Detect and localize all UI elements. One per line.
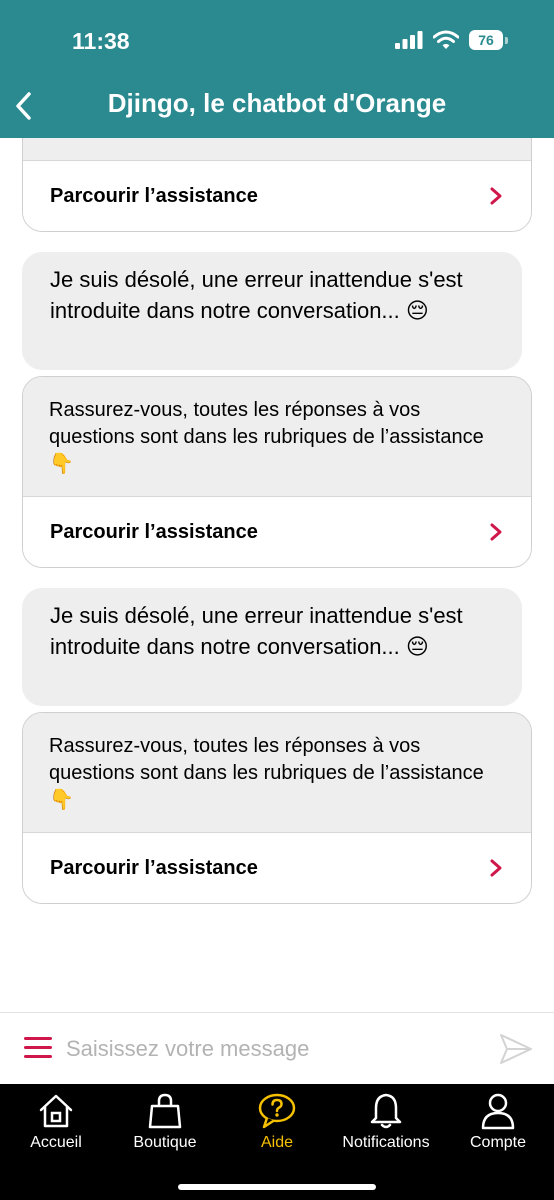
tab-label: Compte: [469, 1134, 527, 1151]
bell-icon: [370, 1093, 402, 1129]
tab-accueil[interactable]: Accueil: [1, 1084, 111, 1152]
send-button[interactable]: [498, 1031, 534, 1067]
bot-error-message: Je suis désolé, une erreur inattendue s'…: [22, 252, 522, 370]
app-header: 11:38 76 Djingo, le chatbot d'Orange: [0, 0, 554, 138]
home-icon: [39, 1094, 73, 1128]
battery-level: 76: [469, 30, 503, 50]
browse-assistance-label: Parcourir l’assistance: [50, 184, 258, 207]
chevron-right-icon: [490, 523, 502, 541]
home-indicator: [178, 1184, 376, 1190]
tab-compte[interactable]: Compte: [443, 1084, 553, 1152]
message-composer: [0, 1012, 554, 1084]
browse-assistance-label: Parcourir l’assistance: [50, 856, 258, 879]
browse-assistance-button[interactable]: Parcourir l’assistance: [23, 833, 531, 903]
tab-boutique[interactable]: Boutique: [110, 1084, 220, 1152]
help-bubble-icon: [258, 1093, 296, 1129]
tab-notifications[interactable]: Notifications: [331, 1084, 441, 1152]
status-icons: 76: [395, 30, 508, 50]
chevron-right-icon: [490, 187, 502, 205]
card-text-partial: [23, 138, 531, 161]
tab-label: Accueil: [30, 1134, 82, 1151]
assistance-card-text: Rassurez-vous, toutes les réponses à vos…: [23, 377, 531, 497]
page-title: Djingo, le chatbot d'Orange: [107, 88, 447, 118]
user-icon: [481, 1093, 515, 1130]
battery-icon: 76: [469, 30, 508, 50]
message-input[interactable]: [66, 1031, 466, 1067]
shopping-bag-icon: [148, 1093, 182, 1129]
assistance-card: Parcourir l’assistance: [22, 138, 532, 232]
cellular-signal-icon: [395, 31, 423, 49]
bot-error-message: Je suis désolé, une erreur inattendue s'…: [22, 588, 522, 706]
tab-label: Boutique: [133, 1134, 197, 1151]
menu-icon[interactable]: [24, 1037, 52, 1059]
assistance-card: Rassurez-vous, toutes les réponses à vos…: [22, 712, 532, 904]
chat-conversation[interactable]: Parcourir l’assistance Je suis désolé, u…: [0, 138, 554, 1012]
assistance-card: Rassurez-vous, toutes les réponses à vos…: [22, 376, 532, 568]
tab-aide[interactable]: Aide: [222, 1084, 332, 1152]
bottom-tab-bar: Accueil Boutique Aide Notifications Comp…: [0, 1084, 554, 1200]
status-time: 11:38: [72, 28, 130, 54]
browse-assistance-label: Parcourir l’assistance: [50, 520, 258, 543]
assistance-card-text: Rassurez-vous, toutes les réponses à vos…: [23, 713, 531, 833]
tab-label: Aide: [260, 1134, 294, 1151]
tab-label: Notifications: [342, 1134, 430, 1151]
wifi-icon: [433, 30, 459, 49]
browse-assistance-button[interactable]: Parcourir l’assistance: [23, 497, 531, 567]
chevron-right-icon: [490, 859, 502, 877]
send-icon: [500, 1034, 532, 1064]
browse-assistance-button[interactable]: Parcourir l’assistance: [23, 161, 531, 231]
